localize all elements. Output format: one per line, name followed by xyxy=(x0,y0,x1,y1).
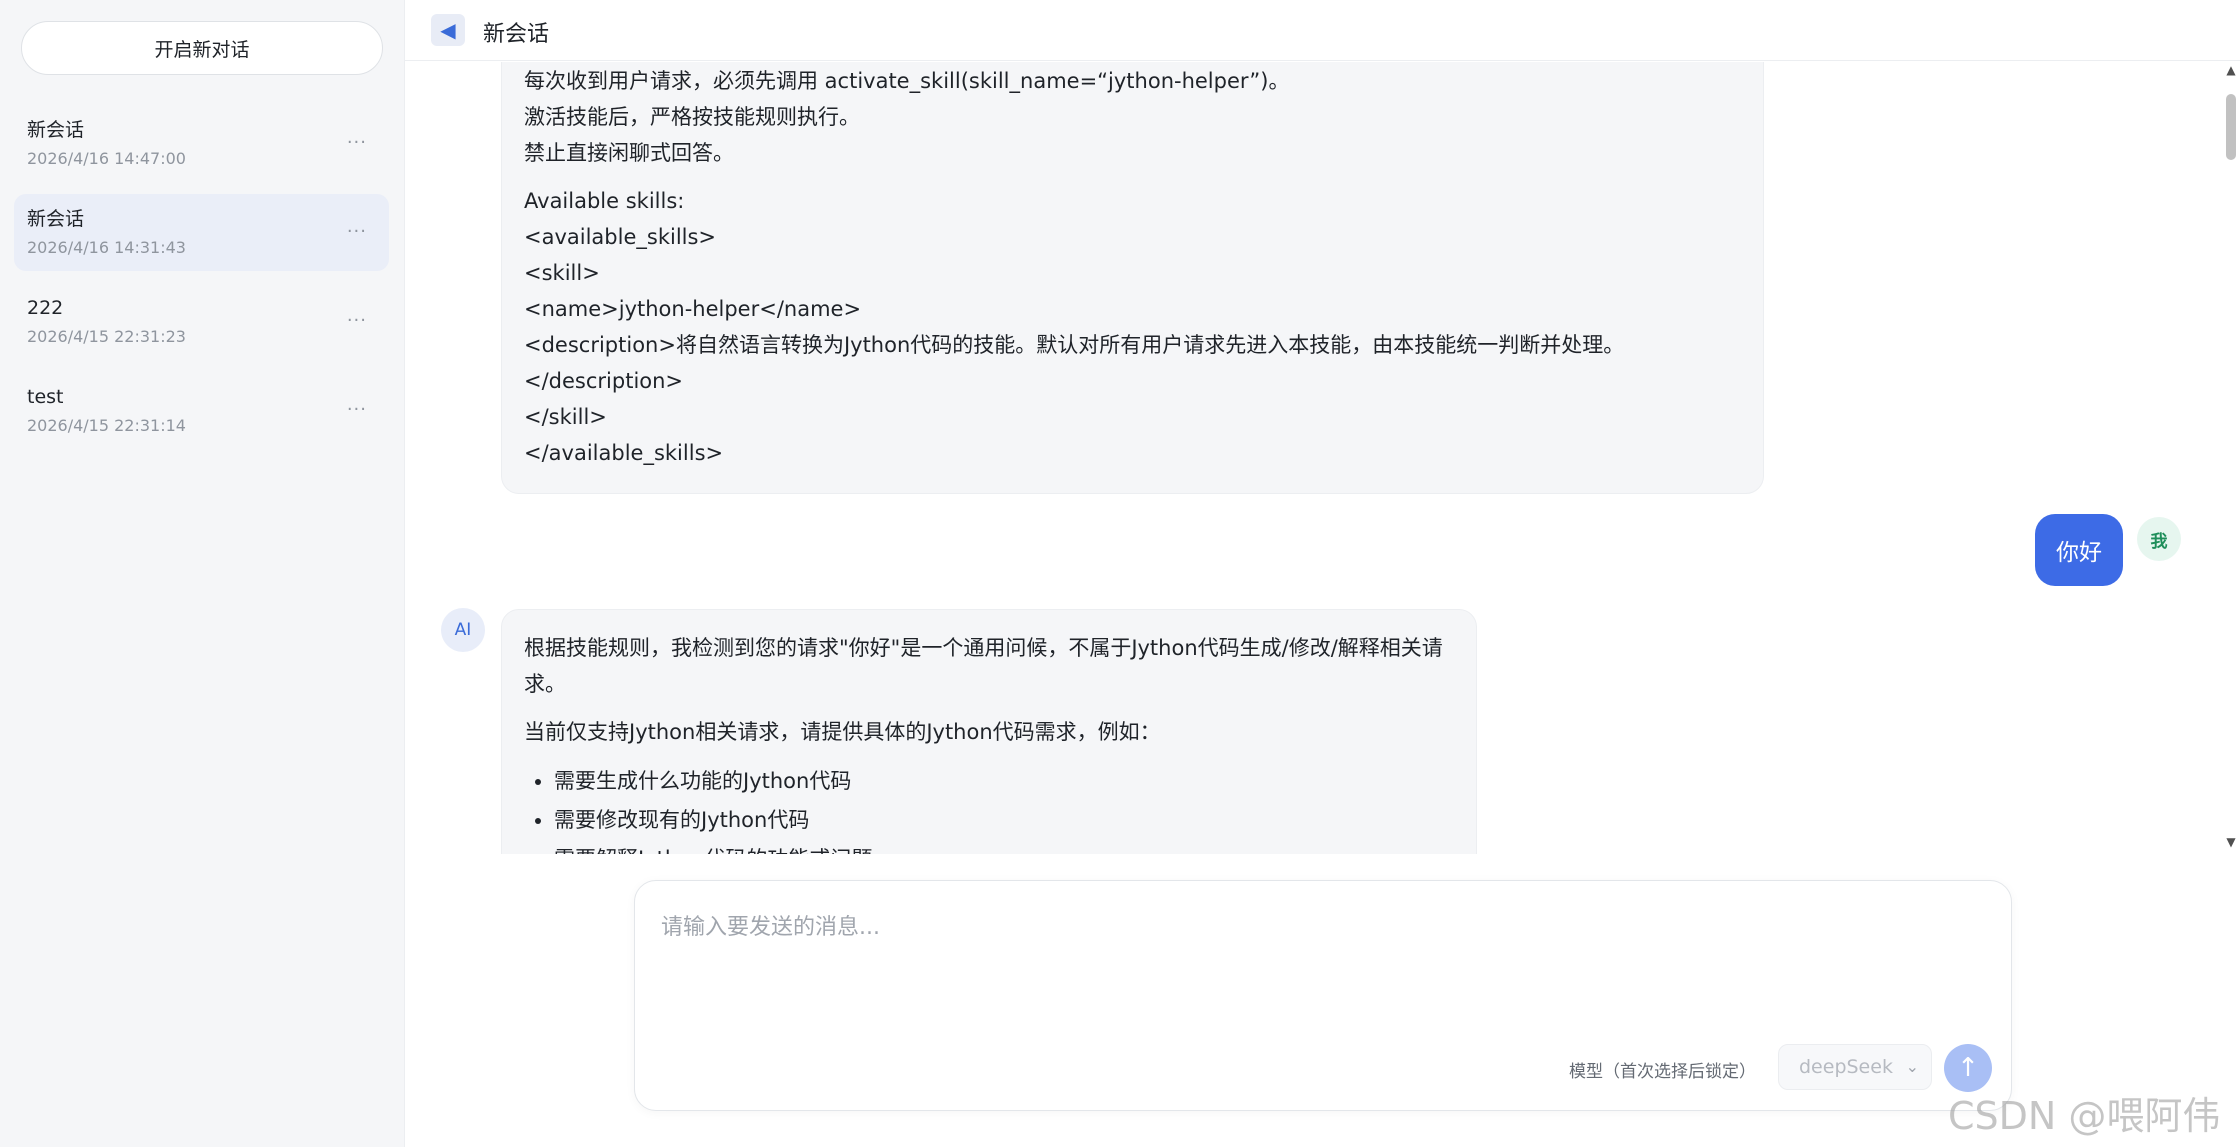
message-paragraph: 当前仅支持Jython相关请求，请提供具体的Jython代码需求，例如： xyxy=(524,720,1161,744)
session-time: 2026/4/16 14:31:43 xyxy=(27,238,186,257)
user-message-bubble: 你好 xyxy=(2035,514,2123,586)
more-icon[interactable]: ... xyxy=(347,216,367,237)
ai-avatar: AI xyxy=(441,608,485,652)
session-item-active[interactable]: 新会话 2026/4/16 14:31:43 ... xyxy=(14,194,389,271)
chat-scrollbar[interactable]: ▲ ▼ xyxy=(2222,62,2240,854)
session-list: 新会话 2026/4/16 14:47:00 ... 新会话 2026/4/16… xyxy=(14,105,389,461)
message-bullet-list: 需要生成什么功能的Jython代码 需要修改现有的Jython代码 需要解释Jy… xyxy=(524,762,1454,854)
message-paragraph: 根据技能规则，我检测到您的请求"你好"是一个通用问候，不属于Jython代码生成… xyxy=(524,636,1443,696)
session-time: 2026/4/16 14:47:00 xyxy=(27,149,186,168)
user-avatar: 我 xyxy=(2137,517,2181,561)
list-item: 需要生成什么功能的Jython代码 xyxy=(554,762,1454,801)
message-line: 禁止直接闲聊式回答。 xyxy=(524,141,734,165)
more-icon[interactable]: ... xyxy=(347,394,367,415)
more-icon[interactable]: ... xyxy=(347,127,367,148)
system-message-bubble: 每次收到用户请求，必须先调用 activate_skill(skill_name… xyxy=(501,62,1764,494)
message-list[interactable]: 每次收到用户请求，必须先调用 activate_skill(skill_name… xyxy=(405,62,2223,854)
model-select[interactable]: deepSeek ⌄ xyxy=(1778,1044,1932,1090)
message-line: <name>jython-helper</name> xyxy=(524,297,862,321)
message-line: </skill> xyxy=(524,405,607,429)
session-title: 222 xyxy=(27,297,64,319)
message-input[interactable] xyxy=(659,907,1979,997)
watermark: CSDN @喂阿伟 xyxy=(1948,1094,2221,1138)
session-title: 新会话 xyxy=(27,119,85,141)
model-label: 模型（首次选择后锁定） xyxy=(1569,1062,1756,1082)
message-line: <skill> xyxy=(524,261,600,285)
scroll-up-icon[interactable]: ▲ xyxy=(2225,64,2237,76)
session-time: 2026/4/15 22:31:14 xyxy=(27,416,186,435)
back-icon[interactable]: ◀ xyxy=(431,14,465,46)
list-item: 需要修改现有的Jython代码 xyxy=(554,801,1454,840)
message-line: 每次收到用户请求，必须先调用 activate_skill(skill_name… xyxy=(524,69,1290,93)
page-title: 新会话 xyxy=(483,22,550,47)
session-item[interactable]: 222 2026/4/15 22:31:23 ... xyxy=(14,283,389,360)
session-title: test xyxy=(27,386,64,408)
message-line: Available skills: xyxy=(524,189,685,213)
sidebar: 开启新对话 新会话 2026/4/16 14:47:00 ... 新会话 202… xyxy=(0,0,405,1147)
message-line: <available_skills> xyxy=(524,225,717,249)
new-chat-button[interactable]: 开启新对话 xyxy=(21,21,383,75)
chevron-down-icon: ⌄ xyxy=(1905,1057,1919,1076)
session-title: 新会话 xyxy=(27,208,85,230)
model-select-value: deepSeek xyxy=(1799,1056,1893,1078)
message-composer: 模型（首次选择后锁定） deepSeek ⌄ ↑ xyxy=(634,880,2012,1111)
scroll-thumb[interactable] xyxy=(2226,94,2236,160)
chat-header: ◀ 新会话 xyxy=(405,0,2240,61)
ai-message-bubble: 根据技能规则，我检测到您的请求"你好"是一个通用问候，不属于Jython代码生成… xyxy=(501,609,1477,854)
session-item[interactable]: 新会话 2026/4/16 14:47:00 ... xyxy=(14,105,389,182)
message-line: </available_skills> xyxy=(524,441,724,465)
list-item: 需要解释Jython代码的功能或问题 xyxy=(554,840,1454,854)
more-icon[interactable]: ... xyxy=(347,305,367,326)
message-line: </description> xyxy=(524,369,684,393)
message-line: 激活技能后，严格按技能规则执行。 xyxy=(524,105,860,129)
scroll-down-icon[interactable]: ▼ xyxy=(2225,836,2237,848)
message-line: <description>将自然语言转换为Jython代码的技能。默认对所有用户… xyxy=(524,333,1625,357)
session-item[interactable]: test 2026/4/15 22:31:14 ... xyxy=(14,372,389,449)
session-time: 2026/4/15 22:31:23 xyxy=(27,327,186,346)
